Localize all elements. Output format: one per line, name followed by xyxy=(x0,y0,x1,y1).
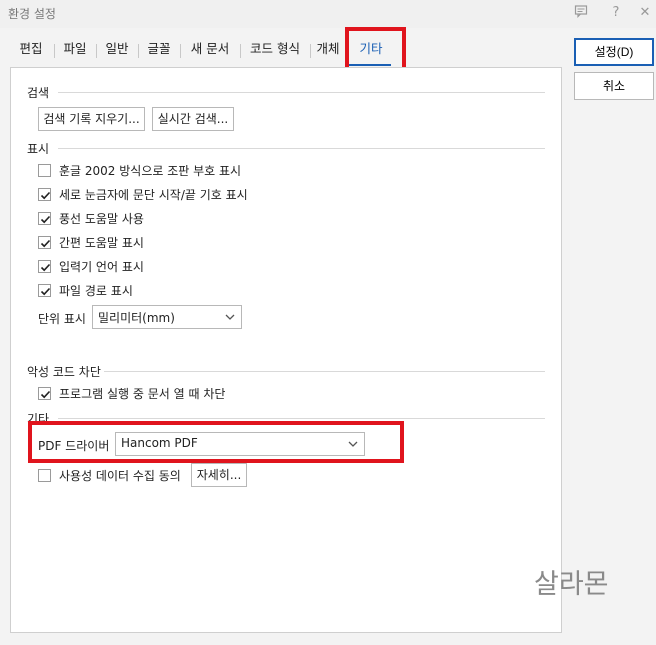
tab-separator xyxy=(310,44,311,58)
close-icon[interactable]: ✕ xyxy=(636,4,654,22)
option-label: 세로 눈금자에 문단 시작/끝 기호 표시 xyxy=(59,188,248,202)
unit-display-label: 단위 표시 xyxy=(38,312,86,326)
section-divider xyxy=(104,371,545,372)
tab-object[interactable]: 개체 xyxy=(314,36,342,66)
tab-font[interactable]: 글꼴 xyxy=(144,36,174,66)
option-label: 풍선 도움말 사용 xyxy=(59,212,144,226)
realtime-search-button[interactable]: 실시간 검색... xyxy=(152,107,234,131)
checkbox-checked[interactable] xyxy=(38,284,51,297)
message-icon[interactable] xyxy=(572,4,590,22)
title-bar: 환경 설정 ? ✕ xyxy=(0,0,656,28)
section-divider xyxy=(58,148,545,149)
tab-separator xyxy=(96,44,97,58)
section-title-display: 표시 xyxy=(27,142,50,156)
checkbox-checked[interactable] xyxy=(38,260,51,273)
checkbox-checked[interactable] xyxy=(38,236,51,249)
cancel-button[interactable]: 취소 xyxy=(574,72,654,100)
checkbox-unchecked[interactable] xyxy=(38,469,51,482)
option-label: 훈글 2002 방식으로 조판 부호 표시 xyxy=(59,164,242,178)
checkbox-checked[interactable] xyxy=(38,188,51,201)
checkbox-unchecked[interactable] xyxy=(38,164,51,177)
details-button[interactable]: 자세히... xyxy=(191,463,247,487)
tab-separator xyxy=(54,44,55,58)
tab-separator xyxy=(138,44,139,58)
tab-new-document[interactable]: 새 문서 xyxy=(186,36,234,66)
tab-file[interactable]: 파일 xyxy=(60,36,90,66)
option-label: 프로그램 실행 중 문서 열 때 차단 xyxy=(59,387,226,401)
section-divider xyxy=(58,418,545,419)
section-title-malware: 악성 코드 차단 xyxy=(27,365,101,379)
tab-bar: 편집 파일 일반 글꼴 새 문서 코드 형식 개체 기타 xyxy=(10,36,562,68)
checkbox-checked[interactable] xyxy=(38,212,51,225)
clear-search-history-button[interactable]: 검색 기록 지우기... xyxy=(38,107,145,131)
section-title-search: 검색 xyxy=(27,86,50,100)
unit-select-value: 밀리미터(mm) xyxy=(98,311,175,325)
tab-edit[interactable]: 편집 xyxy=(16,36,46,66)
option-label: 사용성 데이터 수집 동의 xyxy=(59,469,181,483)
checkbox-checked[interactable] xyxy=(38,387,51,400)
option-label: 파일 경로 표시 xyxy=(59,284,133,298)
option-label: 입력기 언어 표시 xyxy=(59,260,144,274)
unit-select[interactable]: 밀리미터(mm) xyxy=(92,305,242,329)
ok-button[interactable]: 설정(D) xyxy=(574,38,654,66)
tab-general[interactable]: 일반 xyxy=(102,36,132,66)
annotation-highlight-tab xyxy=(345,27,406,72)
tab-separator xyxy=(180,44,181,58)
section-divider xyxy=(58,92,545,93)
chevron-down-icon xyxy=(225,310,235,327)
window-title: 환경 설정 xyxy=(8,7,56,21)
annotation-highlight-pdf-driver xyxy=(28,421,404,463)
tab-code-format[interactable]: 코드 형식 xyxy=(246,36,304,66)
help-icon[interactable]: ? xyxy=(607,4,625,22)
settings-panel xyxy=(10,67,562,633)
tab-separator xyxy=(240,44,241,58)
option-label: 간편 도움말 표시 xyxy=(59,236,144,250)
watermark-text: 살라몬 xyxy=(534,569,609,600)
